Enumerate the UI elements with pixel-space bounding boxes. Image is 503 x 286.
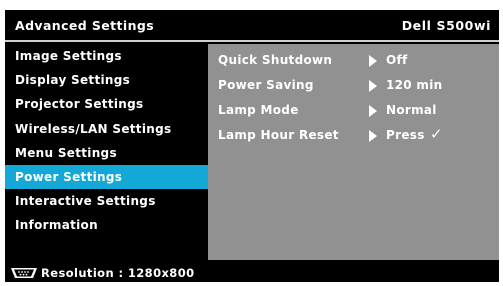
model-name: Dell S500wi [401,18,491,33]
setting-row-lamp-hour-reset[interactable]: Lamp Hour Reset Press ✓ [208,123,499,147]
setting-row-quick-shutdown[interactable]: Quick Shutdown Off [208,48,499,72]
arrow-right-icon [369,80,377,92]
setting-label: Power Saving [218,78,314,92]
setting-label: Quick Shutdown [218,53,333,67]
menu-item-wireless-lan-settings[interactable]: Wireless/LAN Settings [5,117,208,141]
menu-item-menu-settings[interactable]: Menu Settings [5,141,208,165]
arrow-right-icon [369,55,377,67]
title-bar: Advanced Settings Dell S500wi [5,10,499,42]
arrow-right-icon [369,130,377,142]
menu-item-power-settings[interactable]: Power Settings [5,164,208,190]
menu-item-image-settings[interactable]: Image Settings [5,44,208,68]
power-settings-panel: Quick Shutdown Off Power Saving 120 min … [208,44,499,260]
menu-item-information[interactable]: Information [5,213,208,237]
osd-menu: Advanced Settings Dell S500wi Image Sett… [5,10,499,282]
setting-label: Lamp Mode [218,103,299,117]
setting-value: Normal [386,103,437,117]
setting-value: Press [386,128,425,142]
menu-title: Advanced Settings [15,18,155,33]
menu-item-interactive-settings[interactable]: Interactive Settings [5,189,208,213]
setting-label: Lamp Hour Reset [218,128,339,142]
main-menu: Image Settings Display Settings Projecto… [5,44,208,238]
menu-item-display-settings[interactable]: Display Settings [5,68,208,92]
setting-value: Off [386,53,408,67]
vga-connector-icon [11,268,37,278]
setting-value: 120 min [386,78,443,92]
menu-item-projector-settings[interactable]: Projector Settings [5,92,208,116]
checkmark-icon: ✓ [430,125,443,143]
resolution-text: Resolution : 1280x800 [41,266,195,280]
status-bar: Resolution : 1280x800 [5,264,499,282]
setting-row-power-saving[interactable]: Power Saving 120 min [208,73,499,97]
setting-row-lamp-mode[interactable]: Lamp Mode Normal [208,98,499,122]
arrow-right-icon [369,105,377,117]
